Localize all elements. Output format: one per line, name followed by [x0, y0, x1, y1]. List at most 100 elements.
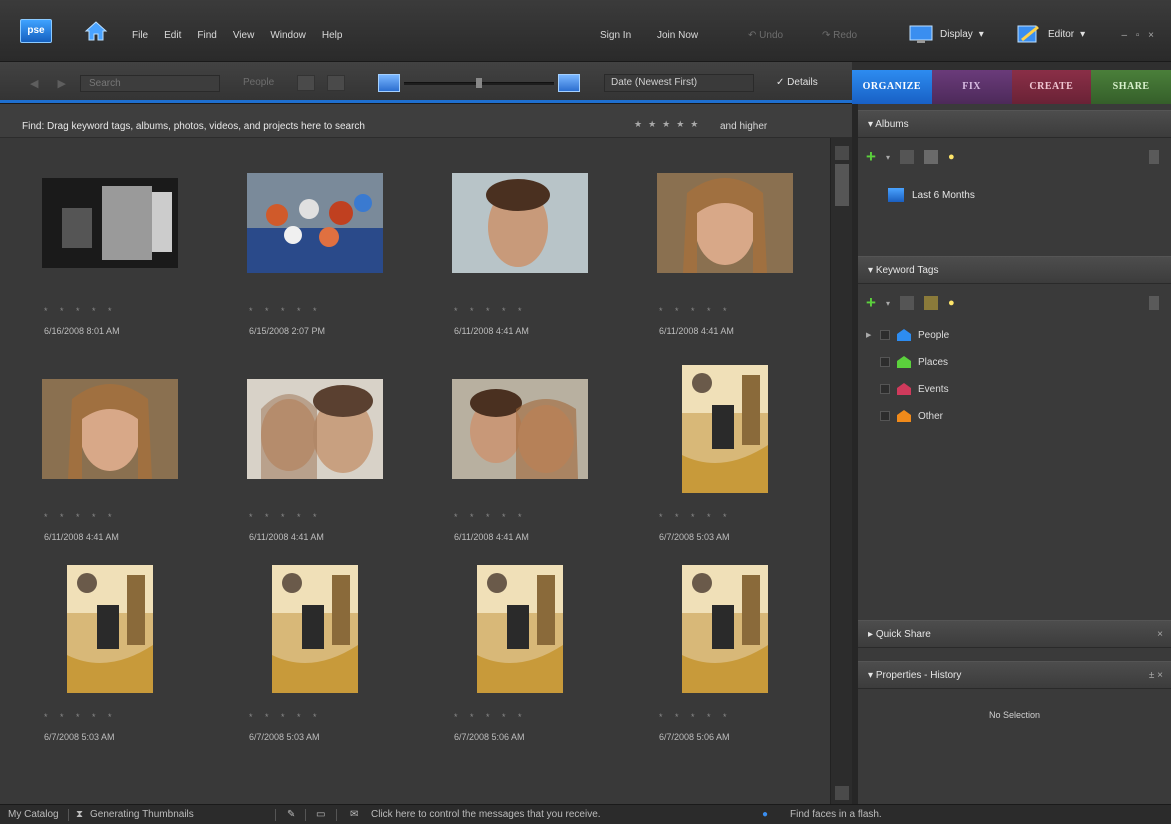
rotate-icon[interactable]	[327, 75, 345, 91]
star-rating[interactable]: * * * * *	[659, 306, 732, 316]
photo-thumbnail-cell[interactable]: * * * * * 6/16/2008 8:01 AM	[40, 178, 240, 388]
star-rating[interactable]: * * * * *	[659, 512, 732, 522]
photo-thumbnail[interactable]	[477, 565, 563, 693]
star-rating[interactable]: * * * * *	[44, 512, 117, 522]
tag-checkbox[interactable]	[880, 357, 890, 367]
keyword-tags-header[interactable]: ▾ Keyword Tags	[858, 256, 1171, 284]
photo-thumbnail[interactable]	[42, 178, 178, 268]
star-rating[interactable]: * * * * *	[454, 712, 527, 722]
tag-events[interactable]: Events	[866, 382, 949, 396]
large-thumbnail-icon[interactable]	[558, 74, 580, 92]
photo-thumbnail[interactable]	[247, 379, 383, 479]
photo-thumbnail[interactable]	[272, 565, 358, 693]
menu-window[interactable]: Window	[270, 30, 306, 41]
photo-thumbnail-cell[interactable]: * * * * * 6/11/2008 4:41 AM	[40, 379, 240, 594]
small-thumbnail-icon[interactable]	[378, 74, 400, 92]
monitor-icon[interactable]: ▭	[316, 809, 325, 820]
tag-checkbox[interactable]	[880, 330, 890, 340]
star-rating[interactable]: * * * * *	[659, 712, 732, 722]
quick-share-header[interactable]: ▸ Quick Share ×	[858, 620, 1171, 648]
catalog-name[interactable]: My Catalog	[8, 809, 59, 820]
photo-thumbnail[interactable]	[247, 173, 383, 273]
chevron-down-icon[interactable]: ▾	[886, 299, 890, 308]
window-controls[interactable]: – ▫ ×	[1121, 30, 1157, 41]
add-album-icon[interactable]: +	[866, 147, 876, 167]
album-item[interactable]: Last 6 Months	[888, 188, 975, 202]
scroll-thumb[interactable]	[835, 164, 849, 206]
edit-tag-icon[interactable]	[899, 296, 914, 310]
sign-in-link[interactable]: Sign In	[600, 30, 631, 41]
rating-filter-stars[interactable]: ★★★★★	[634, 119, 704, 130]
photo-thumbnail-cell[interactable]: * * * * * 6/11/2008 4:41 AM	[245, 379, 445, 594]
tag-checkbox[interactable]	[880, 384, 890, 394]
message-icon[interactable]: ✉	[350, 809, 358, 820]
menu-edit[interactable]: Edit	[164, 30, 181, 41]
tag-places[interactable]: Places	[866, 355, 948, 369]
albums-header[interactable]: ▾ Albums	[858, 110, 1171, 138]
properties-header[interactable]: ▾ Properties - History ± ×	[858, 661, 1171, 689]
menu-file[interactable]: File	[132, 30, 148, 41]
vertical-scrollbar[interactable]	[830, 138, 852, 804]
lightbulb-icon[interactable]: ●	[948, 151, 955, 163]
photo-thumbnail-cell[interactable]: * * * * * 6/11/2008 4:41 AM	[450, 379, 650, 594]
photo-thumbnail[interactable]	[682, 365, 768, 493]
tab-fix[interactable]: FIX	[931, 70, 1012, 104]
tag-checkbox[interactable]	[880, 411, 890, 421]
editor-button[interactable]: Editor ▾	[1016, 22, 1085, 46]
edit-album-icon[interactable]	[899, 150, 914, 164]
close-icon[interactable]: ×	[1157, 629, 1163, 640]
album-share-icon[interactable]	[923, 150, 938, 164]
tab-share[interactable]: SHARE	[1091, 70, 1171, 104]
photo-thumbnail-cell[interactable]: * * * * * 6/11/2008 4:41 AM	[450, 173, 650, 388]
photo-thumbnail[interactable]	[42, 379, 178, 479]
star-rating[interactable]: * * * * *	[44, 306, 117, 316]
photo-thumbnail[interactable]	[682, 565, 768, 693]
lightbulb-icon[interactable]: ●	[948, 297, 955, 309]
star-rating[interactable]: * * * * *	[44, 712, 117, 722]
close-icon[interactable]: ± ×	[1149, 670, 1163, 681]
star-rating[interactable]: * * * * *	[454, 306, 527, 316]
trash-icon[interactable]	[1149, 296, 1159, 310]
find-bar[interactable]: Find: Drag keyword tags, albums, photos,…	[0, 104, 852, 138]
menu-find[interactable]: Find	[197, 30, 216, 41]
chevron-down-icon[interactable]: ▾	[886, 153, 890, 162]
redo-button[interactable]: ↷ Redo	[822, 30, 857, 41]
details-checkbox[interactable]: ✓ Details	[776, 77, 818, 88]
photo-thumbnail[interactable]	[67, 565, 153, 693]
photo-thumbnail-cell[interactable]: * * * * * 6/7/2008 5:06 AM	[450, 565, 650, 794]
people-filter[interactable]: People	[243, 77, 274, 88]
photo-thumbnail-cell[interactable]: * * * * * 6/7/2008 5:03 AM	[655, 365, 830, 594]
trash-icon[interactable]	[1149, 150, 1159, 164]
search-input[interactable]: Search	[80, 75, 220, 92]
sort-select[interactable]: Date (Newest First)	[604, 74, 754, 92]
stack-icon[interactable]	[297, 75, 315, 91]
menu-view[interactable]: View	[233, 30, 255, 41]
find-faces-icon[interactable]	[923, 296, 938, 310]
star-rating[interactable]: * * * * *	[249, 512, 322, 522]
star-rating[interactable]: * * * * *	[249, 712, 322, 722]
tab-create[interactable]: CREATE	[1011, 70, 1092, 104]
undo-button[interactable]: ↶ Undo	[748, 30, 783, 41]
star-rating[interactable]: * * * * *	[249, 306, 322, 316]
photo-thumbnail-cell[interactable]: * * * * * 6/7/2008 5:03 AM	[245, 565, 445, 794]
tag-people[interactable]: ▶ People	[866, 328, 949, 342]
photo-thumbnail-cell[interactable]: * * * * * 6/7/2008 5:03 AM	[40, 565, 240, 794]
home-icon[interactable]	[84, 20, 108, 42]
tag-other[interactable]: Other	[866, 409, 943, 423]
photo-thumbnail[interactable]	[452, 173, 588, 273]
back-forward-arrows[interactable]: ◀ ▶	[30, 77, 74, 90]
photo-thumbnail-cell[interactable]: * * * * * 6/15/2008 2:07 PM	[245, 173, 445, 388]
expand-arrow-icon[interactable]: ▶	[866, 331, 874, 339]
scroll-down-arrow[interactable]	[835, 786, 849, 800]
photo-thumbnail[interactable]	[452, 379, 588, 479]
menu-help[interactable]: Help	[322, 30, 343, 41]
slider-handle[interactable]	[476, 78, 482, 88]
display-button[interactable]: Display ▾	[908, 22, 984, 46]
phone-icon[interactable]: ✎	[287, 809, 295, 820]
scroll-up-arrow[interactable]	[835, 146, 849, 160]
add-tag-icon[interactable]: +	[866, 293, 876, 313]
star-rating[interactable]: * * * * *	[454, 512, 527, 522]
tab-organize[interactable]: ORGANIZE	[852, 70, 932, 104]
find-faces-link[interactable]: Find faces in a flash.	[790, 809, 882, 820]
messages-link[interactable]: Click here to control the messages that …	[371, 809, 601, 820]
